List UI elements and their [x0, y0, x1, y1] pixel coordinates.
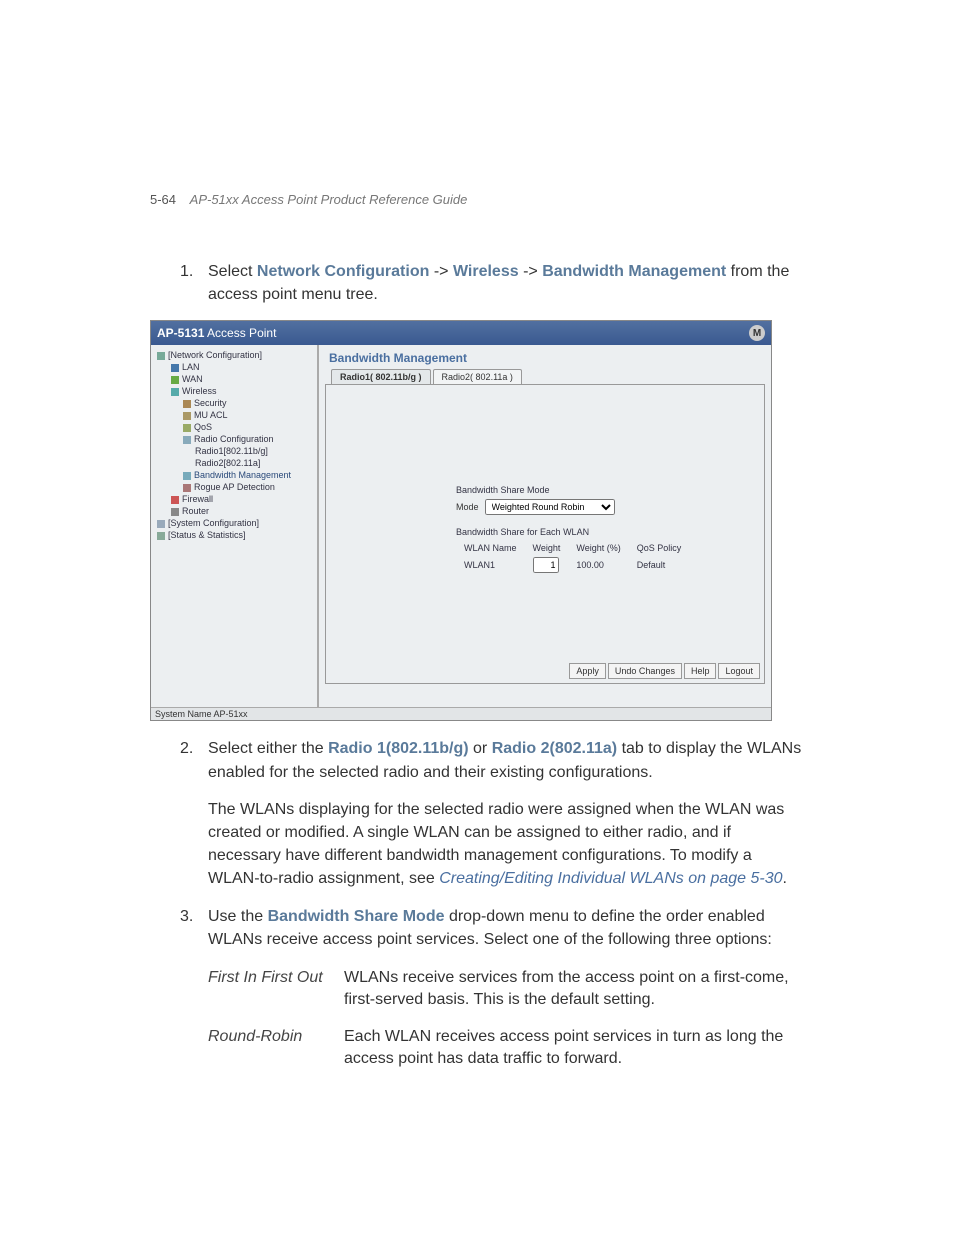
tree-radio2[interactable]: Radio2[802.11a] — [153, 457, 315, 469]
tree-security[interactable]: Security — [153, 397, 315, 409]
link-share-mode: Bandwidth Share Mode — [268, 908, 445, 925]
undo-changes-button[interactable]: Undo Changes — [608, 663, 682, 679]
step-2-body: Select either the Radio 1(802.11b/g) or … — [208, 737, 804, 783]
tree-status-stats[interactable]: [Status & Statistics] — [153, 529, 315, 541]
col-qos-policy: QoS Policy — [629, 541, 690, 555]
logout-button[interactable]: Logout — [718, 663, 760, 679]
col-weight-pct: Weight (%) — [568, 541, 628, 555]
tree-wireless[interactable]: Wireless — [153, 385, 315, 397]
help-button[interactable]: Help — [684, 663, 717, 679]
lan-icon — [171, 364, 179, 372]
rogue-icon — [183, 484, 191, 492]
tab-radio2[interactable]: Radio2( 802.11a ) — [433, 369, 522, 384]
option-fifo-desc: WLANs receive services from the access p… — [344, 967, 804, 1012]
pane-title: Bandwidth Management — [319, 345, 771, 369]
step-3-number: 3. — [180, 905, 208, 951]
qos-icon — [183, 424, 191, 432]
option-fifo-term: First In First Out — [208, 967, 344, 1012]
system-name: System Name AP-51xx — [151, 707, 771, 720]
page-header: 5-64 AP-51xx Access Point Product Refere… — [150, 192, 467, 207]
radio-icon — [183, 436, 191, 444]
system-icon — [157, 520, 165, 528]
share-table: WLAN Name Weight Weight (%) QoS Policy W… — [456, 541, 689, 575]
link-network-config: Network Configuration — [257, 263, 429, 280]
bandwidth-icon — [183, 472, 191, 480]
share-each-title: Bandwidth Share for Each WLAN — [456, 527, 689, 537]
motorola-logo-icon: M — [749, 325, 765, 341]
tabs: Radio1( 802.11b/g ) Radio2( 802.11a ) — [331, 369, 771, 384]
apply-button[interactable]: Apply — [569, 663, 606, 679]
step-1-number: 1. — [180, 260, 208, 306]
nav-tree[interactable]: [Network Configuration] LAN WAN Wireless… — [151, 345, 319, 707]
pane-inner: Bandwidth Share Mode Mode Weighted Round… — [325, 384, 765, 684]
col-weight: Weight — [525, 541, 569, 555]
screenshot: AP-5131 Access Point M [Network Configur… — [150, 320, 772, 721]
table-header-row: WLAN Name Weight Weight (%) QoS Policy — [456, 541, 689, 555]
cell-weight-pct: 100.00 — [568, 555, 628, 575]
tab-radio1[interactable]: Radio1( 802.11b/g ) — [331, 369, 431, 384]
cell-qos: Default — [629, 555, 690, 575]
main-pane: Bandwidth Management Radio1( 802.11b/g )… — [319, 345, 771, 707]
step-2-number: 2. — [180, 737, 208, 783]
option-rr-term: Round-Robin — [208, 1026, 344, 1071]
tree-firewall[interactable]: Firewall — [153, 493, 315, 505]
link-radio1-tab: Radio 1(802.11b/g) — [328, 740, 469, 757]
step-1: 1. Select Network Configuration -> Wirel… — [150, 260, 804, 306]
tree-system-config[interactable]: [System Configuration] — [153, 517, 315, 529]
option-rr-desc: Each WLAN receives access point services… — [344, 1026, 804, 1071]
step-3: 3. Use the Bandwidth Share Mode drop-dow… — [150, 905, 804, 951]
titlebar: AP-5131 Access Point M — [151, 321, 771, 345]
tree-qos[interactable]: QoS — [153, 421, 315, 433]
share-mode-title: Bandwidth Share Mode — [456, 485, 689, 495]
security-icon — [183, 400, 191, 408]
router-icon — [171, 508, 179, 516]
options-list: First In First Out WLANs receive service… — [208, 967, 804, 1071]
tree-muacl[interactable]: MU ACL — [153, 409, 315, 421]
link-radio2-tab: Radio 2(802.11a) — [492, 740, 617, 757]
cross-ref-link[interactable]: Creating/Editing Individual WLANs on pag… — [439, 870, 782, 887]
wireless-icon — [171, 388, 179, 396]
option-fifo: First In First Out WLANs receive service… — [208, 967, 804, 1012]
col-wlan-name: WLAN Name — [456, 541, 525, 555]
stats-icon — [157, 532, 165, 540]
step-2-paragraph: The WLANs displaying for the selected ra… — [208, 798, 804, 891]
tree-wan[interactable]: WAN — [153, 373, 315, 385]
link-wireless: Wireless — [453, 263, 519, 280]
network-icon — [157, 352, 165, 360]
tree-rogue-ap[interactable]: Rogue AP Detection — [153, 481, 315, 493]
cell-wlan-name: WLAN1 — [456, 555, 525, 575]
step-2: 2. Select either the Radio 1(802.11b/g) … — [150, 737, 804, 783]
link-bandwidth-mgmt: Bandwidth Management — [542, 263, 726, 280]
tree-bandwidth-mgmt[interactable]: Bandwidth Management — [153, 469, 315, 481]
page-number: 5-64 — [150, 192, 176, 207]
titlebar-text: AP-5131 Access Point — [157, 326, 276, 340]
tree-radio1[interactable]: Radio1[802.11b/g] — [153, 445, 315, 457]
option-round-robin: Round-Robin Each WLAN receives access po… — [208, 1026, 804, 1071]
tree-lan[interactable]: LAN — [153, 361, 315, 373]
weight-input[interactable] — [533, 557, 559, 573]
tree-network-config[interactable]: [Network Configuration] — [153, 349, 315, 361]
tree-radio-config[interactable]: Radio Configuration — [153, 433, 315, 445]
tree-router[interactable]: Router — [153, 505, 315, 517]
step-3-body: Use the Bandwidth Share Mode drop-down m… — [208, 905, 804, 951]
table-row: WLAN1 100.00 Default — [456, 555, 689, 575]
mode-select[interactable]: Weighted Round Robin — [485, 499, 615, 515]
firewall-icon — [171, 496, 179, 504]
guide-title: AP-51xx Access Point Product Reference G… — [190, 192, 468, 207]
step-1-body: Select Network Configuration -> Wireless… — [208, 260, 804, 306]
mode-label: Mode — [456, 502, 479, 512]
acl-icon — [183, 412, 191, 420]
wan-icon — [171, 376, 179, 384]
